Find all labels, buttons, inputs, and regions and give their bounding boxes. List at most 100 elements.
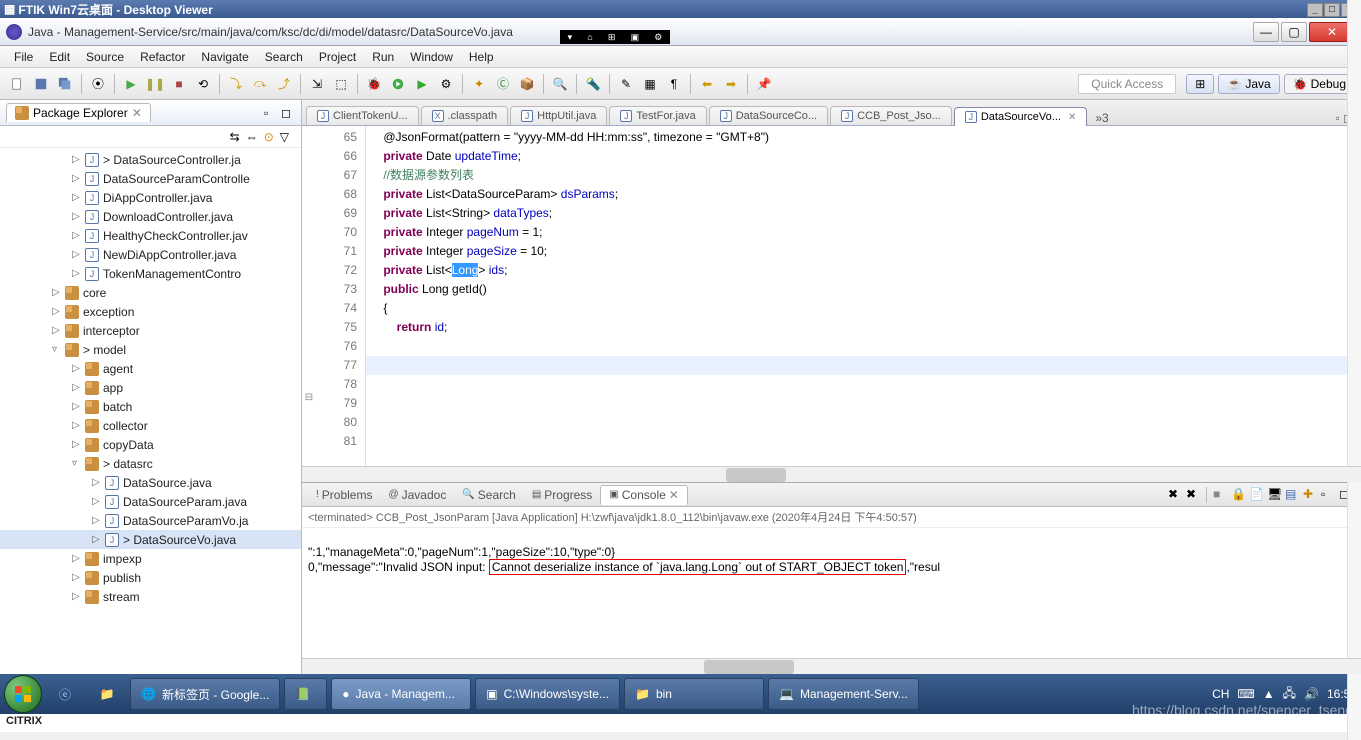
java-perspective-button[interactable]: ☕ Java [1218,74,1279,94]
tree-item[interactable]: ▷exception [0,302,301,321]
tree-item[interactable]: ▷JDataSourceParamControlle [0,169,301,188]
tree-item[interactable]: ▷JHealthyCheckController.jav [0,226,301,245]
package-tree[interactable]: ▷J> DataSourceController.ja▷JDataSourceP… [0,148,301,674]
menu-navigate[interactable]: Navigate [193,50,256,64]
menu-source[interactable]: Source [78,50,132,64]
forward-button[interactable]: ➡ [720,73,742,95]
quick-access-input[interactable]: Quick Access [1078,74,1176,94]
code-editor[interactable]: ⊟ 6566676869707172737475767778798081 @Js… [302,126,1361,466]
tree-item[interactable]: ▷JDataSourceParam.java [0,492,301,511]
tree-item[interactable]: ▷copyData [0,435,301,454]
debug-perspective-button[interactable]: 🐞 Debug [1284,74,1355,94]
tree-item[interactable]: ▷agent [0,359,301,378]
open-perspective-button[interactable]: ⊞ [1186,74,1214,94]
editor-horizontal-scrollbar[interactable] [302,466,1361,482]
show-whitespace-button[interactable]: ¶ [663,73,685,95]
tree-item[interactable]: ▷core [0,283,301,302]
menu-project[interactable]: Project [311,50,364,64]
view-minimize-icon[interactable]: ▫ [264,106,278,120]
run-last-button[interactable]: ⚙ [435,73,457,95]
tree-item[interactable]: ▷interceptor [0,321,301,340]
toggle-block-button[interactable]: ▦ [639,73,661,95]
tree-item[interactable]: ▷publish [0,568,301,587]
console-open-icon[interactable]: ▤ [1285,487,1301,503]
ime-indicator[interactable]: CH [1212,687,1229,701]
console-view-tab[interactable]: 🔍Search [454,486,523,504]
taskbar-item[interactable]: ●Java - Managem... [331,678,471,710]
console-terminate-icon[interactable]: ■ [1213,487,1229,503]
drop-to-frame-button[interactable]: ⇲ [306,73,328,95]
collapse-all-icon[interactable]: ⇆ [230,130,240,144]
tab-overflow-indicator[interactable]: »3 [1095,111,1108,125]
debug-button[interactable]: 🐞 [363,73,385,95]
tree-item[interactable]: ▷JDownloadController.java [0,207,301,226]
console-scroll-lock-icon[interactable]: 🔒 [1231,487,1247,503]
back-button[interactable]: ⬅ [696,73,718,95]
run-button[interactable] [387,73,409,95]
console-new-icon[interactable]: ✚ [1303,487,1319,503]
step-over-button[interactable]: ⤼ [249,73,271,95]
tree-item[interactable]: ▷stream [0,587,301,606]
tree-item[interactable]: ▷JTokenManagementContro [0,264,301,283]
toggle-mark-button[interactable]: ✎ [615,73,637,95]
terminate-button[interactable]: ■ [168,73,190,95]
console-view-tab[interactable]: ▣Console ✕ [600,485,688,505]
citrix-toolbar-strip[interactable]: ▾⌂⊞▣⚙ [560,30,670,44]
step-return-button[interactable]: ⤴ [273,73,295,95]
tree-item[interactable]: ▷collector [0,416,301,435]
maximize-button[interactable]: □ [1324,3,1340,17]
focus-icon[interactable]: ⊙ [264,130,274,144]
coverage-button[interactable]: ▶ [411,73,433,95]
step-into-button[interactable]: ⤵ [225,73,247,95]
menu-help[interactable]: Help [461,50,502,64]
new-java-button[interactable]: ✦ [468,73,490,95]
suspend-button[interactable]: ❚❚ [144,73,166,95]
editor-minimize-icon[interactable]: ▫ [1335,111,1339,125]
tree-item[interactable]: ▿> model [0,340,301,359]
taskbar-item[interactable]: 🌐新标签页 - Google... [130,678,280,710]
tree-item[interactable]: ▷app [0,378,301,397]
save-all-button[interactable] [54,73,76,95]
console-output[interactable]: ":1,"manageMeta":0,"pageNum":1,"pageSize… [302,528,1361,658]
view-menu-icon[interactable]: ▽ [280,130,289,144]
console-remove-icon[interactable]: ✖ [1186,487,1202,503]
console-pin-icon[interactable]: 📄 [1249,487,1265,503]
eclipse-maximize-button[interactable]: ▢ [1281,22,1307,42]
package-explorer-tab[interactable]: Package Explorer ✕ [6,103,151,122]
tree-item[interactable]: ▷impexp [0,549,301,568]
editor-tab[interactable]: JClientTokenU... [306,106,419,125]
tree-item[interactable]: ▷J> DataSourceVo.java [0,530,301,549]
eclipse-minimize-button[interactable]: — [1253,22,1279,42]
console-view-tab[interactable]: ▤Progress [524,486,600,504]
disconnect-button[interactable]: ⟲ [192,73,214,95]
start-button[interactable] [4,675,42,713]
editor-tab[interactable]: JDataSourceVo...✕ [954,107,1088,126]
tree-item[interactable]: ▷batch [0,397,301,416]
console-view-tab[interactable]: !Problems [308,486,380,504]
taskbar-item[interactable]: 📗 [284,678,327,710]
editor-tab[interactable]: JCCB_Post_Jso... [830,106,952,125]
menu-window[interactable]: Window [402,50,461,64]
link-editor-icon[interactable]: ⇔ [246,130,258,144]
console-display-icon[interactable]: 🖥 [1267,487,1283,503]
taskbar-item[interactable]: ▣C:\Windows\syste... [475,678,620,710]
console-horizontal-scrollbar[interactable] [302,658,1361,674]
taskbar-pin-explorer[interactable]: 📁 [88,687,126,701]
menu-refactor[interactable]: Refactor [132,50,193,64]
menu-file[interactable]: File [6,50,41,64]
editor-tab[interactable]: JHttpUtil.java [510,106,607,125]
tree-item[interactable]: ▷JNewDiAppController.java [0,245,301,264]
tray-keyboard-icon[interactable]: ⌨ [1237,687,1254,701]
taskbar-pin-ie[interactable]: ⓔ [46,686,84,703]
open-type-button[interactable]: 🔍 [549,73,571,95]
editor-tab[interactable]: JTestFor.java [609,106,706,125]
resume-button[interactable]: ▶ [120,73,142,95]
view-maximize-icon[interactable]: ◻ [281,106,295,120]
menu-search[interactable]: Search [257,50,311,64]
taskbar-item[interactable]: 💻Management-Serv... [768,678,919,710]
new-package-button[interactable]: 📦 [516,73,538,95]
pin-button[interactable]: 📌 [753,73,775,95]
menu-edit[interactable]: Edit [41,50,78,64]
tree-item[interactable]: ▷JDiAppController.java [0,188,301,207]
tree-item[interactable]: ▷J> DataSourceController.ja [0,150,301,169]
